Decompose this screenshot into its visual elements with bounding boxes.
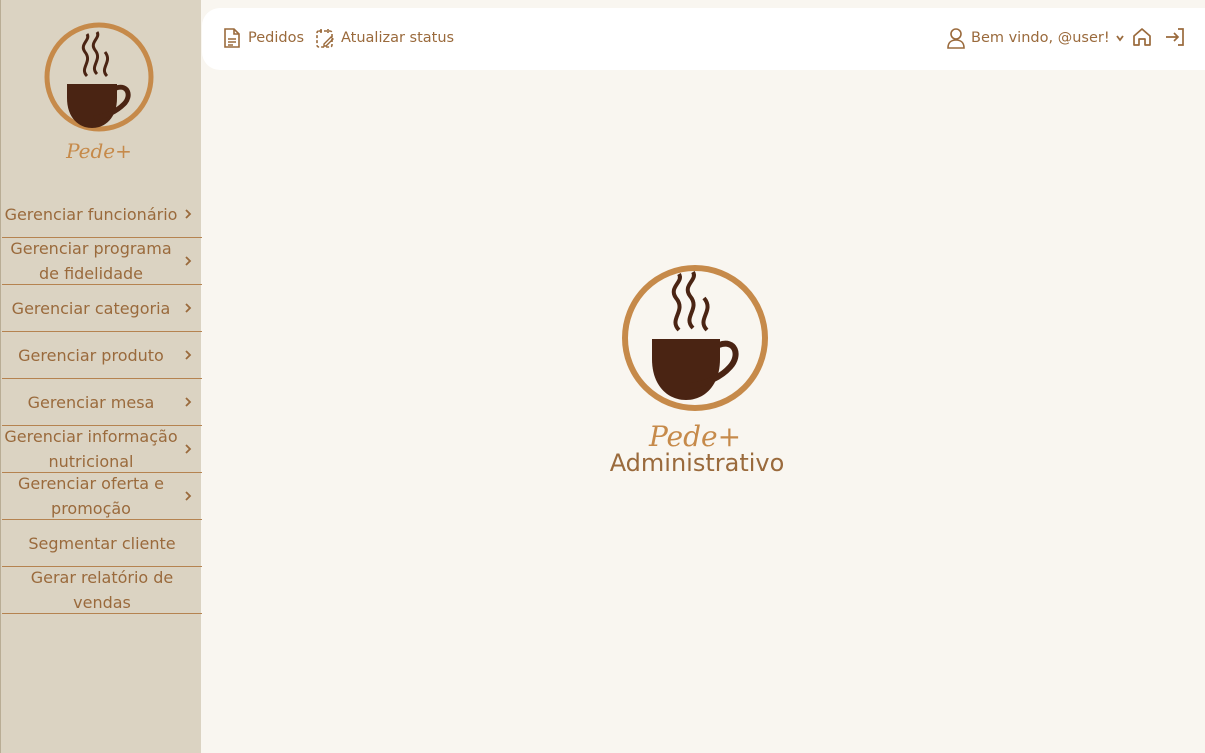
document-icon <box>224 28 240 48</box>
sidebar-item-label: Gerenciar mesa <box>27 392 155 412</box>
sidebar-item-funcionario[interactable]: Gerenciar funcionário <box>2 191 202 238</box>
calendar-edit-icon <box>316 29 334 48</box>
pede-logo-large: Pede+ <box>622 265 768 453</box>
chevron-right-icon <box>185 397 192 407</box>
sidebar-item-label: Gerenciar produto <box>18 345 164 365</box>
sidebar-menu: Gerenciar funcionário Gerenciar programa… <box>2 191 202 614</box>
chevron-down-icon <box>1115 35 1124 42</box>
chevron-right-icon <box>185 444 192 454</box>
update-status-label: Atualizar status <box>341 30 455 46</box>
sidebar: Pede+ Gerenciar funcionário Gerenciar pr… <box>0 0 202 753</box>
sidebar-item-oferta-promocao[interactable]: Gerenciar oferta e promoção <box>2 473 202 520</box>
sidebar-item-categoria[interactable]: Gerenciar categoria <box>2 285 202 332</box>
sidebar-item-label: Gerenciar programa de fidelidade <box>10 239 172 283</box>
logo-text: Pede+ <box>65 139 132 163</box>
chevron-right-icon <box>185 256 192 266</box>
sidebar-item-fidelidade[interactable]: Gerenciar programa de fidelidade <box>2 238 202 285</box>
sidebar-item-label: Gerar relatório de vendas <box>30 568 174 612</box>
top-navbar: Pedidos Atualizar status Bem vindo, @use… <box>202 8 1205 70</box>
user-menu[interactable]: Bem vindo, @user! <box>946 26 1125 50</box>
sidebar-item-mesa[interactable]: Gerenciar mesa <box>2 379 202 426</box>
logout-icon[interactable] <box>1163 25 1187 49</box>
orders-link[interactable]: Pedidos <box>222 26 304 50</box>
pede-logo: Pede+ <box>44 22 154 163</box>
user-icon <box>947 28 965 49</box>
home-icon[interactable] <box>1130 25 1154 49</box>
sidebar-item-relatorio-vendas[interactable]: Gerar relatório de vendas <box>2 567 202 614</box>
sidebar-item-label: Gerenciar oferta e promoção <box>17 474 164 518</box>
welcome-text: Bem vindo, @user! <box>971 30 1110 46</box>
sidebar-item-info-nutricional[interactable]: Gerenciar informação nutricional <box>2 426 202 473</box>
sidebar-item-segmentar-cliente[interactable]: Segmentar cliente <box>2 520 202 567</box>
update-status-link[interactable]: Atualizar status <box>315 26 454 50</box>
sidebar-item-produto[interactable]: Gerenciar produto <box>2 332 202 379</box>
sidebar-item-label: Segmentar cliente <box>28 533 176 553</box>
chevron-right-icon <box>185 303 192 313</box>
sidebar-item-label: Gerenciar categoria <box>11 298 171 318</box>
chevron-right-icon <box>185 209 192 219</box>
chevron-right-icon <box>185 350 192 360</box>
chevron-right-icon <box>185 491 192 501</box>
sidebar-item-label: Gerenciar informação nutricional <box>4 427 178 471</box>
orders-label: Pedidos <box>248 30 305 46</box>
sidebar-item-label: Gerenciar funcionário <box>4 204 178 224</box>
brand-subtitle: Administrativo <box>609 449 785 477</box>
